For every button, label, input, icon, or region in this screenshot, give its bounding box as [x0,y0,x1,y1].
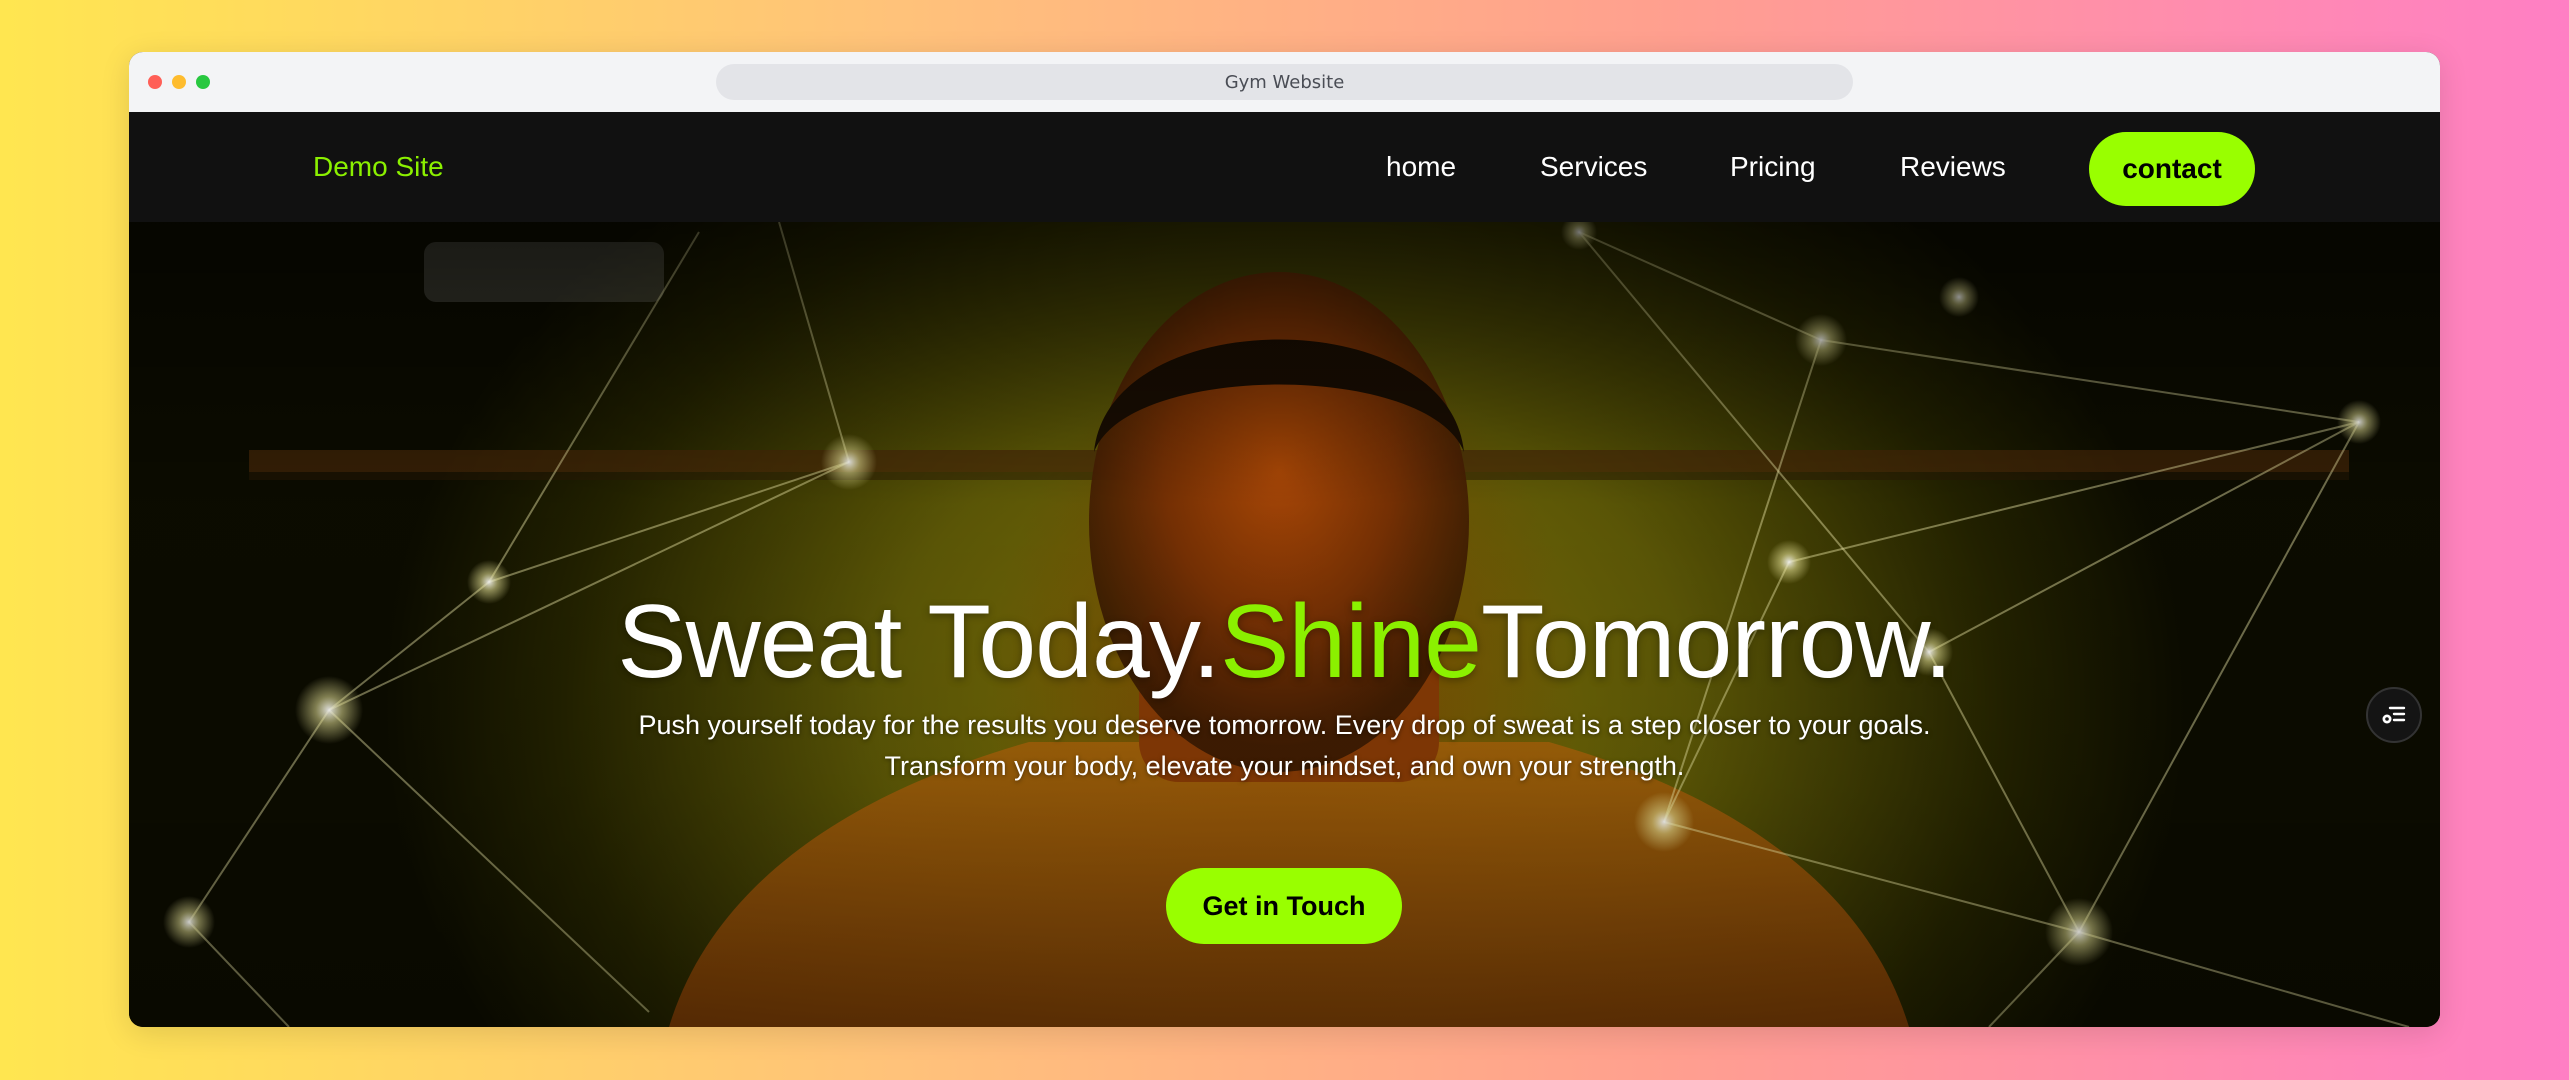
nav-link-pricing[interactable]: Pricing [1730,112,1816,222]
hero-subtitle-line1: Push yourself today for the results you … [638,710,1931,740]
hero-content: Sweat Today.ShineTomorrow. Push yourself… [129,222,2440,1027]
browser-titlebar: Gym Website [129,52,2440,113]
hero-heading-part2: Tomorrow. [1481,584,1953,700]
hero-subtitle: Push yourself today for the results you … [129,705,2440,787]
nav-link-services[interactable]: Services [1540,112,1647,222]
page-title: Gym Website [1224,71,1345,93]
sliders-icon [2382,706,2406,724]
hero-subtitle-line2: Transform your body, elevate your mindse… [884,751,1685,781]
browser-window: Gym Website Demo Site home Services Pric… [129,52,2440,1027]
site-brand-link[interactable]: Demo Site [313,112,444,222]
maximize-window-button[interactable] [196,75,210,89]
floating-settings-button[interactable] [2366,687,2422,743]
get-in-touch-button[interactable]: Get in Touch [1166,868,1402,944]
address-bar[interactable]: Gym Website [716,64,1853,100]
minimize-window-button[interactable] [172,75,186,89]
nav-link-reviews[interactable]: Reviews [1900,112,2006,222]
hero-heading-accent: Shine [1220,584,1482,700]
site-navbar: Demo Site home Services Pricing Reviews … [129,112,2440,222]
close-window-button[interactable] [148,75,162,89]
hero-section: Sweat Today.ShineTomorrow. Push yourself… [129,222,2440,1027]
hero-heading: Sweat Today.ShineTomorrow. [129,586,2440,698]
window-controls [148,75,210,89]
contact-button[interactable]: contact [2089,132,2255,206]
nav-link-home[interactable]: home [1386,112,1456,222]
hero-heading-part1: Sweat Today. [617,584,1221,700]
